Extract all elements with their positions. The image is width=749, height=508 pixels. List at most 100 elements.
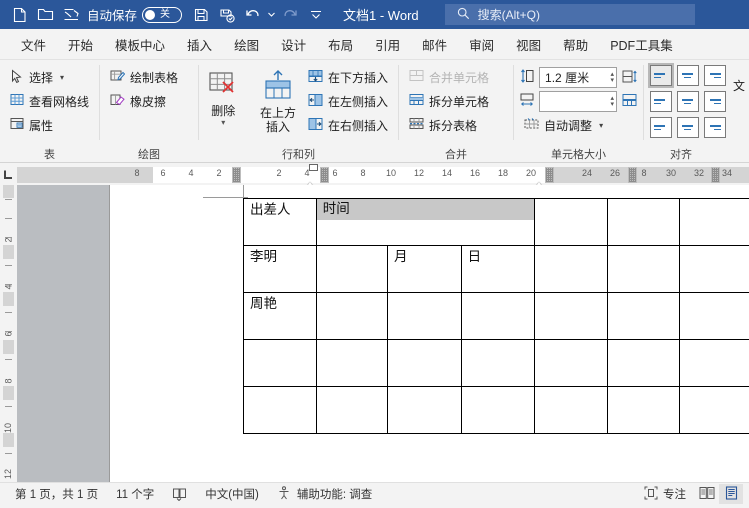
tab-insert[interactable]: 插入	[176, 32, 223, 56]
tab-file[interactable]: 文件	[10, 32, 57, 56]
table-row[interactable]	[243, 386, 749, 434]
distribute-rows-icon[interactable]	[622, 69, 637, 87]
table-cell[interactable]	[460, 386, 536, 434]
tab-mailings[interactable]: 邮件	[411, 32, 458, 56]
align-bottom-right-button[interactable]	[703, 117, 726, 138]
table-row[interactable]: 出差人 时间	[243, 198, 749, 246]
focus-mode-button[interactable]: 专注	[635, 486, 695, 503]
view-gridlines-button[interactable]: 查看网格线	[6, 90, 93, 112]
tab-stop-icon[interactable]	[0, 163, 17, 185]
chevron-down-icon[interactable]: ▾	[599, 121, 603, 130]
tab-pdf-tools[interactable]: PDF工具集	[599, 32, 684, 56]
delete-button[interactable]: 删除 ▾	[205, 66, 241, 127]
table-cell[interactable]	[606, 339, 680, 387]
ruler-column-marker[interactable]	[628, 167, 637, 183]
align-bottom-center-button[interactable]	[676, 117, 699, 138]
table-cell[interactable]	[243, 386, 317, 434]
tab-review[interactable]: 审阅	[458, 32, 505, 56]
column-width-input[interactable]: ▴ ▾	[539, 91, 618, 112]
ruler-column-marker[interactable]	[232, 167, 241, 183]
eraser-button[interactable]: 橡皮擦	[106, 90, 182, 112]
tab-home[interactable]: 开始	[57, 32, 104, 56]
new-document-icon[interactable]	[6, 3, 32, 27]
tab-template[interactable]: 模板中心	[104, 32, 176, 56]
table-cell[interactable]	[534, 198, 608, 246]
vertical-ruler[interactable]: 2 4 6 8 10 12	[0, 185, 17, 482]
align-top-center-button[interactable]	[676, 65, 699, 86]
chevron-down-icon[interactable]: ▾	[221, 118, 225, 127]
table-cell[interactable]	[606, 292, 680, 340]
horizontal-ruler[interactable]: 8 6 4 2 2 4 6 8 10 12 14 16 18 20 24 26 …	[17, 164, 749, 189]
table-cell[interactable]	[606, 245, 680, 293]
table-cell[interactable]	[678, 245, 749, 293]
align-middle-right-button[interactable]	[703, 91, 726, 112]
align-middle-center-button[interactable]	[676, 91, 699, 112]
table-cell[interactable]	[534, 339, 608, 387]
touch-mode-icon[interactable]	[58, 3, 84, 27]
table-cell[interactable]	[678, 198, 749, 246]
language-indicator[interactable]: 中文(中国)	[196, 486, 268, 502]
table-cell-name-liming[interactable]: 李明	[243, 245, 317, 293]
customize-toolbar-icon[interactable]	[303, 3, 329, 27]
ruler-column-marker[interactable]	[320, 167, 329, 183]
insert-left-button[interactable]: 在左侧插入	[304, 90, 392, 112]
table-cell[interactable]	[387, 339, 462, 387]
table-row[interactable]: 李明 月 日	[243, 245, 749, 293]
undo-dropdown-icon[interactable]	[266, 3, 277, 27]
table-properties-button[interactable]: 属性	[6, 114, 93, 136]
spinner-arrows[interactable]: ▴ ▾	[611, 95, 615, 108]
table-cell-traveler-header[interactable]: 出差人	[243, 198, 317, 246]
text-direction-label[interactable]: 文	[733, 77, 745, 94]
split-table-button[interactable]: 拆分表格	[405, 114, 493, 136]
tab-layout[interactable]: 布局	[317, 32, 364, 56]
autosave-toggle[interactable]: 关	[142, 6, 183, 23]
table-row[interactable]: 周艳	[243, 292, 749, 340]
distribute-columns-icon[interactable]	[622, 93, 637, 111]
select-button[interactable]: 选择 ▾	[6, 66, 93, 88]
proofing-icon[interactable]	[163, 487, 196, 501]
table-cell[interactable]	[678, 339, 749, 387]
document-canvas[interactable]: 出差人 时间 李明 月 日 周艳	[17, 185, 749, 482]
tab-draw[interactable]: 绘图	[223, 32, 270, 56]
search-input[interactable]: 搜索(Alt+Q)	[444, 4, 695, 25]
insert-right-button[interactable]: 在右侧插入	[304, 114, 392, 136]
table-cell[interactable]	[678, 292, 749, 340]
tab-design[interactable]: 设计	[270, 32, 317, 56]
table-cell[interactable]	[534, 245, 608, 293]
save-icon[interactable]	[188, 3, 214, 27]
align-top-right-button[interactable]	[703, 65, 726, 86]
insert-below-button[interactable]: 在下方插入	[304, 66, 392, 88]
insert-above-button[interactable]: 在上方插入	[258, 66, 298, 134]
tab-help[interactable]: 帮助	[552, 32, 599, 56]
tab-references[interactable]: 引用	[364, 32, 411, 56]
align-middle-left-button[interactable]	[649, 91, 672, 112]
read-mode-button[interactable]	[695, 484, 719, 504]
open-folder-icon[interactable]	[32, 3, 58, 27]
undo-icon[interactable]	[240, 3, 266, 27]
table-cell[interactable]	[315, 386, 389, 434]
spinner-arrows[interactable]: ▴ ▾	[611, 71, 615, 84]
table-cell[interactable]	[243, 339, 317, 387]
table-cell-month[interactable]: 月	[387, 245, 462, 293]
accessibility-indicator[interactable]: 辅助功能: 调查	[268, 485, 381, 503]
table-cell[interactable]	[315, 292, 389, 340]
align-top-left-button[interactable]	[647, 63, 674, 88]
table-cell[interactable]	[315, 339, 389, 387]
save-as-icon[interactable]	[214, 3, 240, 27]
table-cell-name-zhouyan[interactable]: 周艳	[243, 292, 317, 340]
document-table[interactable]: 出差人 时间 李明 月 日 周艳	[243, 198, 749, 434]
table-cell[interactable]	[387, 292, 462, 340]
autofit-button[interactable]: 自动调整 ▾	[520, 114, 637, 136]
draw-table-button[interactable]: 绘制表格	[106, 66, 182, 88]
table-cell[interactable]	[534, 386, 608, 434]
table-row[interactable]	[243, 339, 749, 387]
table-cell-time-header[interactable]: 时间	[315, 198, 536, 246]
table-cell[interactable]	[315, 245, 389, 293]
table-cell-day[interactable]: 日	[460, 245, 536, 293]
align-bottom-left-button[interactable]	[649, 117, 672, 138]
chevron-down-icon[interactable]: ▾	[60, 73, 64, 82]
table-cell[interactable]	[460, 292, 536, 340]
tab-view[interactable]: 视图	[505, 32, 552, 56]
first-line-indent-marker[interactable]	[309, 164, 318, 171]
row-height-input[interactable]: 1.2 厘米 ▴ ▾	[539, 67, 618, 88]
